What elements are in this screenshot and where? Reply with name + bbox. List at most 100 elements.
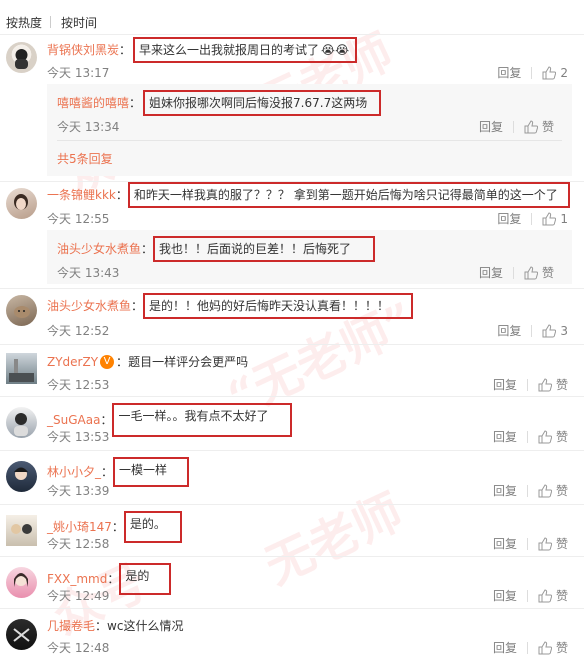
like-label: 赞 <box>555 484 568 498</box>
comment-item: FXX_mmd： 是的 今天 12:49 回复 赞 <box>0 557 584 609</box>
thumbs-up-icon <box>538 483 552 497</box>
comment-actions: 回复 1 <box>497 210 568 227</box>
like-button[interactable]: 赞 <box>538 482 568 499</box>
username[interactable]: 林小小夕_ <box>47 463 101 481</box>
username[interactable]: 一条锦鲤kkk <box>47 186 116 204</box>
avatar[interactable] <box>6 353 37 384</box>
comment-time: 今天 12:49 <box>47 589 110 603</box>
like-button[interactable]: 赞 <box>538 639 568 656</box>
action-divider <box>526 484 528 497</box>
divider <box>57 140 562 141</box>
comment-item: 林小小夕_： 一模一样 今天 13:39 回复 赞 <box>0 451 584 505</box>
comment-item: 背锅侠刘黑炭： 早来这么一出我就报周日的考试了 😭😭 今天 13:17 回复 2… <box>0 36 584 184</box>
comment-item: 几撮卷毛： wc这什么情况 今天 12:48 回复 赞 <box>0 609 584 663</box>
reply-username[interactable]: 油头少女水煮鱼 <box>57 240 141 258</box>
reply-button[interactable]: 回复 <box>493 482 517 499</box>
action-divider <box>526 589 528 602</box>
like-button[interactable]: 赞 <box>538 535 568 552</box>
username[interactable]: 油头少女水煮鱼 <box>47 297 131 315</box>
comment-actions: 回复 赞 <box>493 587 568 604</box>
avatar[interactable] <box>6 515 37 546</box>
thumbs-up-icon <box>524 119 538 133</box>
like-label: 赞 <box>555 378 568 392</box>
like-button[interactable]: 2 <box>542 66 568 80</box>
like-button[interactable]: 赞 <box>538 428 568 445</box>
username[interactable]: ZYderZY <box>47 353 98 371</box>
action-divider <box>512 120 514 133</box>
reply-button[interactable]: 回复 <box>493 639 517 656</box>
thumbs-up-icon <box>524 265 538 279</box>
reply-button[interactable]: 回复 <box>497 64 521 81</box>
reply-button[interactable]: 回复 <box>479 264 503 281</box>
reply-button[interactable]: 回复 <box>493 376 517 393</box>
like-count: 2 <box>560 65 568 80</box>
thumbs-up-icon <box>538 588 552 602</box>
like-label: 赞 <box>555 641 568 655</box>
username[interactable]: _SuGAaa <box>47 411 100 429</box>
reply-button[interactable]: 回复 <box>479 118 503 135</box>
comment-item: ZYderZY V ： 题目一样评分会更严吗 今天 12:53 回复 赞 <box>0 345 584 397</box>
avatar[interactable] <box>6 567 37 598</box>
action-divider <box>512 266 514 279</box>
avatar[interactable] <box>6 619 37 650</box>
like-button[interactable]: 1 <box>542 212 568 226</box>
sort-by-hot[interactable]: 按热度 <box>6 14 50 31</box>
like-button[interactable]: 赞 <box>538 376 568 393</box>
comment-text-box: 早来这么一出我就报周日的考试了 😭😭 <box>133 37 358 63</box>
like-button[interactable]: 赞 <box>524 264 554 281</box>
comment-actions: 回复 赞 <box>493 428 568 445</box>
comment-text: 是的。 <box>123 511 182 543</box>
thumbs-up-icon <box>538 429 552 443</box>
like-count: 1 <box>560 211 568 226</box>
avatar[interactable] <box>6 188 37 219</box>
action-divider <box>531 324 533 337</box>
comment-item: _SuGAaa： 一毛一样。。我有点不太好了 今天 13:53 回复 赞 <box>0 397 584 451</box>
comment-actions: 回复 3 <box>497 322 568 339</box>
avatar[interactable] <box>6 461 37 492</box>
like-label: 赞 <box>555 537 568 551</box>
sort-by-time[interactable]: 按时间 <box>61 14 105 31</box>
thumbs-up-icon <box>542 323 557 337</box>
comment-text: 和昨天一样我真的服了？？？ 拿到第一题开始后悔为啥只记得最简单的这一个了 <box>127 182 570 208</box>
comment-text: 是的！！他妈的好后悔昨天没认真看！！！！ <box>143 293 414 319</box>
thumbs-up-icon <box>538 536 552 550</box>
thumbs-up-icon <box>542 65 557 79</box>
avatar[interactable] <box>6 295 37 326</box>
reply-button[interactable]: 回复 <box>493 535 517 552</box>
avatar[interactable] <box>6 42 37 73</box>
reply-button[interactable]: 回复 <box>493 428 517 445</box>
reply-time: 今天 13:34 <box>57 120 120 134</box>
divider <box>0 34 584 35</box>
comment-time: 今天 12:53 <box>47 378 110 392</box>
like-button[interactable]: 赞 <box>524 118 554 135</box>
crying-emoji-icon: 😭😭 <box>321 43 350 57</box>
username[interactable]: 几撮卷毛 <box>47 617 95 635</box>
username[interactable]: _姚小琦147 <box>47 518 112 536</box>
reply-actions: 回复 赞 <box>479 118 554 135</box>
action-divider <box>531 66 533 79</box>
reply-button[interactable]: 回复 <box>493 587 517 604</box>
like-count: 3 <box>560 323 568 338</box>
reply-button[interactable]: 回复 <box>497 210 521 227</box>
reply-username[interactable]: 嘻嘻酱的嘻嘻 <box>57 94 129 112</box>
comment-time: 今天 12:52 <box>47 324 110 338</box>
action-divider <box>526 378 528 391</box>
username[interactable]: FXX_mmd <box>47 570 107 588</box>
action-divider <box>526 537 528 550</box>
comment-actions: 回复 赞 <box>493 639 568 656</box>
username[interactable]: 背锅侠刘黑炭 <box>47 41 119 59</box>
comment-item: 一条锦鲤kkk： 和昨天一样我真的服了？？？ 拿到第一题开始后悔为啥只记得最简单… <box>0 182 584 290</box>
like-button[interactable]: 3 <box>542 324 568 338</box>
verified-badge-icon: V <box>100 355 115 369</box>
reply-container: 油头少女水煮鱼： 我也！！后面说的巨差！！后悔死了 今天 13:43 回复 赞 <box>47 230 572 284</box>
reply-time: 今天 13:43 <box>57 266 120 280</box>
like-button[interactable]: 赞 <box>538 587 568 604</box>
comment-time: 今天 13:39 <box>47 484 110 498</box>
comment-item: 油头少女水煮鱼： 是的！！他妈的好后悔昨天没认真看！！！！ 今天 12:52 回… <box>0 289 584 345</box>
more-replies-link[interactable]: 共5条回复 <box>57 150 113 167</box>
comment-time: 今天 13:53 <box>47 430 110 444</box>
reply-button[interactable]: 回复 <box>497 322 521 339</box>
avatar[interactable] <box>6 407 37 438</box>
comment-item: _姚小琦147： 是的。 今天 12:58 回复 赞 <box>0 505 584 557</box>
comment-time: 今天 13:17 <box>47 66 110 80</box>
